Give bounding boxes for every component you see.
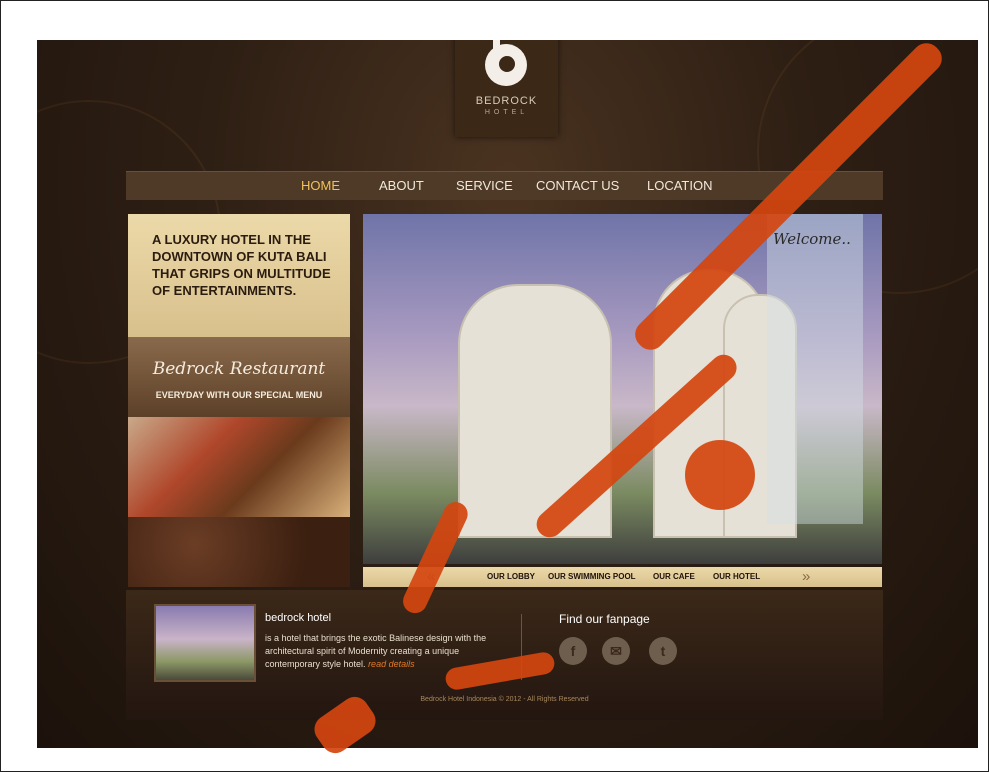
nav-item-location[interactable]: LOCATION xyxy=(647,178,713,193)
email-icon[interactable]: ✉ xyxy=(602,637,630,665)
leather-sofa-photo xyxy=(128,517,350,587)
logo-mark-icon xyxy=(485,40,527,86)
nav-item-contact-us[interactable]: CONTACT US xyxy=(536,178,619,193)
logo-name: BEDROCK xyxy=(475,95,538,107)
restaurant-header: Bedrock Restaurant EVERYDAY WITH OUR SPE… xyxy=(128,337,350,417)
restaurant-banner[interactable]: Bedrock Restaurant EVERYDAY WITH OUR SPE… xyxy=(128,337,350,587)
about-description: is a hotel that brings the exotic Baline… xyxy=(265,632,490,671)
hotel-photo-slider[interactable]: Welcome.. xyxy=(363,214,882,564)
nav-item-service[interactable]: SERVICE xyxy=(456,178,513,193)
restaurant-title: Bedrock Restaurant xyxy=(152,359,326,379)
tagline-panel: A LUXURY HOTEL IN THE DOWNTOWN OF KUTA B… xyxy=(128,214,350,337)
welcome-overlay xyxy=(767,214,863,524)
slide-link-lobby[interactable]: OUR LOBBY xyxy=(487,572,535,581)
nav-item-about[interactable]: ABOUT xyxy=(379,178,424,193)
fanpage-title: Find our fanpage xyxy=(559,612,650,626)
footer-info: bedrock hotel is a hotel that brings the… xyxy=(126,590,883,720)
slide-link-hotel[interactable]: OUR HOTEL xyxy=(713,572,760,581)
hotel-thumbnail[interactable] xyxy=(154,604,256,682)
watermark-stroke xyxy=(685,440,755,510)
logo-subtitle: HOTEL xyxy=(484,109,529,116)
food-photo xyxy=(128,417,350,517)
twitter-icon[interactable]: t xyxy=(649,637,677,665)
tagline-text: A LUXURY HOTEL IN THE DOWNTOWN OF KUTA B… xyxy=(152,232,331,298)
next-arrow-icon[interactable]: » xyxy=(802,568,810,585)
slide-link-cafe[interactable]: OUR CAFE xyxy=(653,572,695,581)
copyright-text: Bedrock Hotel Indonesia © 2012 - All Rig… xyxy=(420,696,589,703)
welcome-text: Welcome.. xyxy=(773,230,851,248)
nav-item-home[interactable]: HOME xyxy=(301,178,340,193)
hotel-logo[interactable]: BEDROCK HOTEL xyxy=(455,40,558,137)
facebook-icon[interactable]: f xyxy=(559,637,587,665)
slide-link-swimming-pool[interactable]: OUR SWIMMING POOL xyxy=(548,572,636,581)
read-details-link[interactable]: read details xyxy=(368,659,415,669)
about-title: bedrock hotel xyxy=(265,612,332,624)
restaurant-subtitle: EVERYDAY WITH OUR SPECIAL MENU xyxy=(155,390,323,400)
